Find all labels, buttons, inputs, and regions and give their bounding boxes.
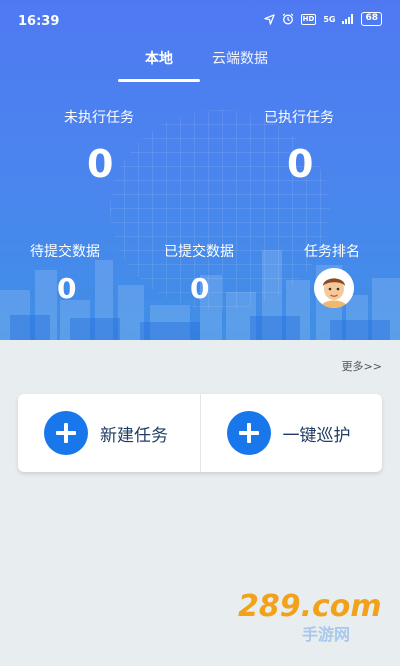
plus-icon (44, 411, 88, 455)
signal-icon (342, 14, 354, 24)
quick-actions-card: 新建任务 一键巡护 (18, 394, 382, 472)
watermark-text: 289.com (238, 589, 382, 624)
watermark-subtext: 手游网 (302, 625, 350, 644)
location-icon (263, 13, 275, 25)
status-time: 16:39 (18, 14, 60, 29)
one-click-patrol-button[interactable]: 一键巡护 (199, 394, 383, 472)
submitted-data-value: 0 (190, 272, 210, 305)
more-link[interactable]: 更多>> (342, 358, 382, 374)
tab-bar: 本地 云端数据 (0, 48, 400, 88)
one-click-patrol-label: 一键巡护 (282, 425, 351, 446)
tab-local[interactable]: 本地 (145, 48, 173, 68)
hd-icon: HD (300, 13, 317, 25)
plus-icon (226, 411, 271, 455)
submitted-data-label: 已提交数据 (164, 244, 234, 260)
new-task-label: 新建任务 (100, 425, 168, 446)
pending-submit-value: 0 (57, 272, 77, 305)
new-task-button[interactable]: 新建任务 (18, 394, 200, 472)
network-indicator: 5G (323, 14, 336, 24)
avatar[interactable] (314, 268, 354, 308)
executed-tasks-label: 已执行任务 (264, 110, 334, 126)
status-bar: 16:39 HD 5G 68 (0, 0, 400, 40)
battery-icon: 68 (361, 12, 382, 26)
status-icons: HD 5G 68 (263, 12, 382, 26)
executed-tasks-value: 0 (287, 142, 314, 186)
unexecuted-tasks-label: 未执行任务 (64, 110, 134, 126)
avatar-face-icon (314, 268, 354, 308)
task-ranking-label: 任务排名 (304, 244, 360, 260)
alarm-icon (282, 13, 294, 25)
unexecuted-tasks-value: 0 (87, 142, 114, 186)
pending-submit-label: 待提交数据 (30, 244, 100, 260)
watermark-logo: 289.com 手游网 (238, 589, 382, 644)
tab-cloud-data[interactable]: 云端数据 (212, 48, 268, 68)
active-tab-indicator (118, 79, 200, 82)
